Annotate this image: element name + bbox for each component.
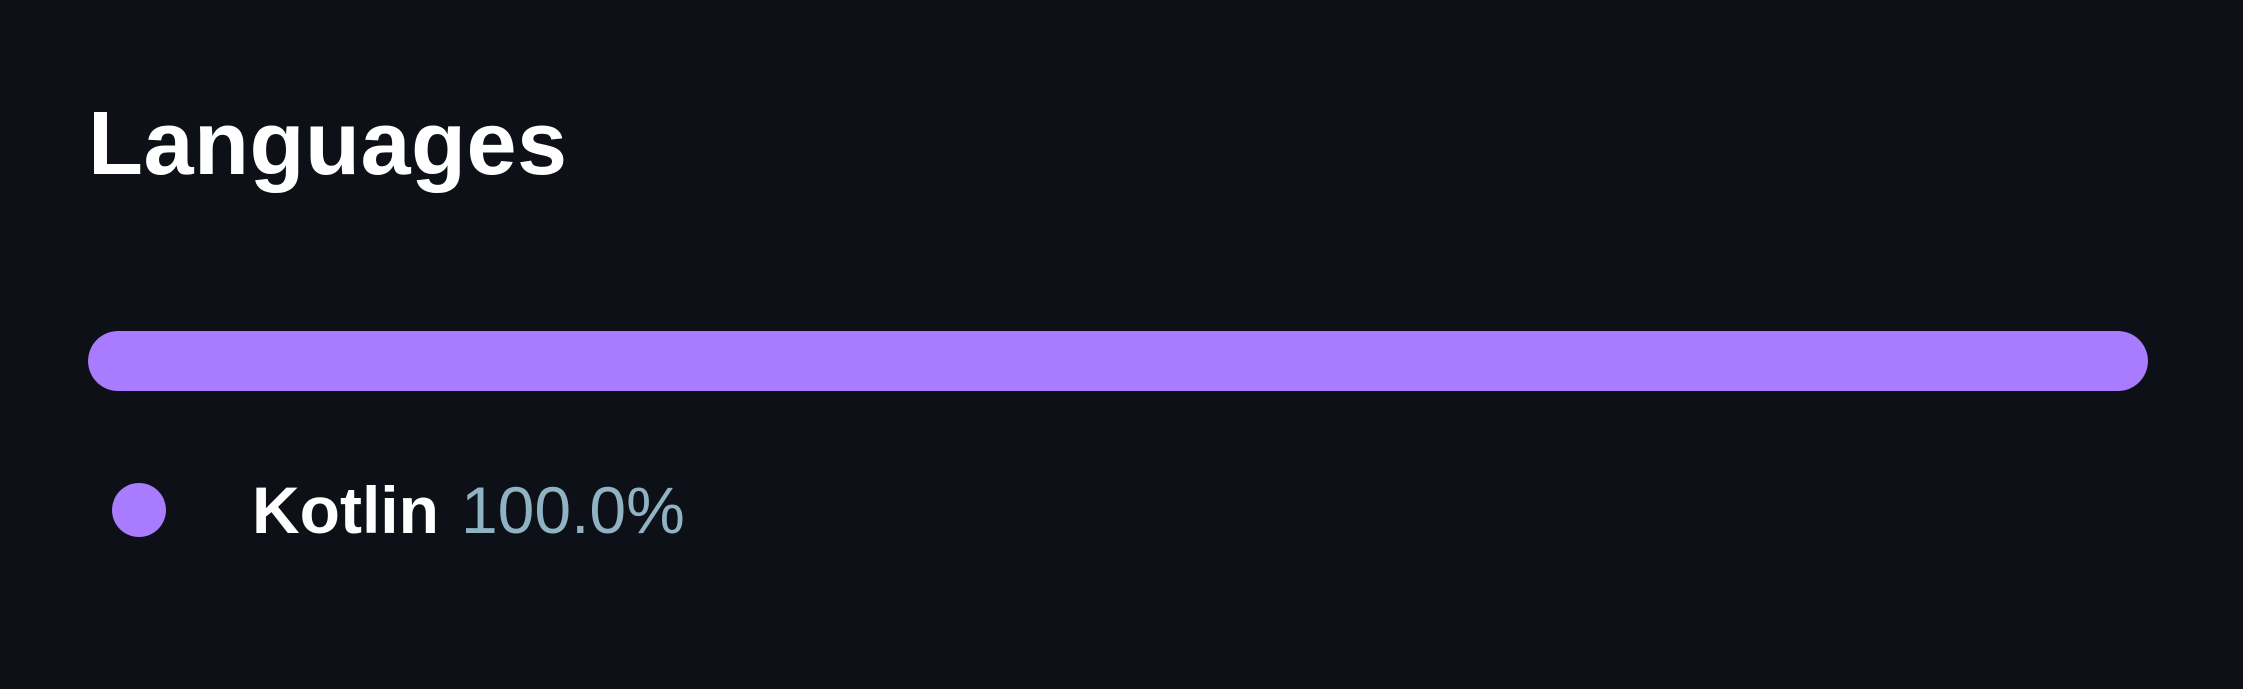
- language-legend-item-kotlin[interactable]: Kotlin 100.0%: [112, 470, 685, 550]
- language-name[interactable]: Kotlin: [252, 470, 439, 550]
- languages-title: Languages: [88, 94, 568, 194]
- language-color-dot-icon: [112, 483, 166, 537]
- language-segment-kotlin: [88, 331, 2148, 391]
- languages-panel: Languages Kotlin 100.0%: [0, 0, 2243, 689]
- language-percent: 100.0%: [460, 473, 685, 547]
- language-distribution-bar: [88, 331, 2148, 391]
